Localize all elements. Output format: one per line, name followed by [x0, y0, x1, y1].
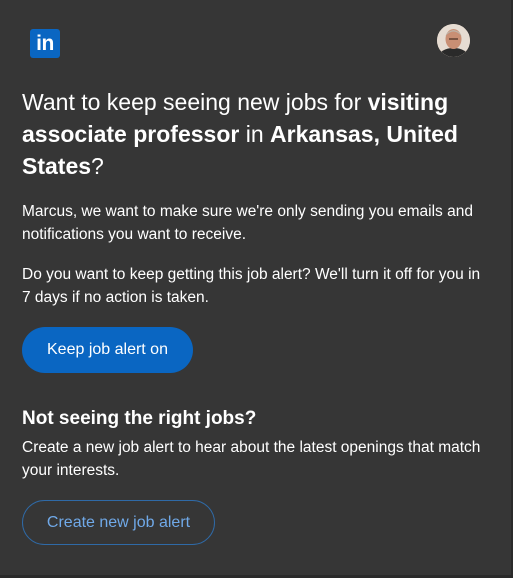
logo-text: in: [36, 32, 54, 55]
headline-part3: ?: [91, 153, 104, 179]
headline-part1: Want to keep seeing new jobs for: [22, 89, 368, 115]
headline: Want to keep seeing new jobs for visitin…: [22, 86, 492, 182]
email-card: in Want to keep seeing new jobs for visi…: [0, 0, 513, 578]
create-alert-paragraph: Create a new job alert to hear about the…: [22, 439, 481, 479]
keep-job-alert-button[interactable]: Keep job alert on: [22, 327, 193, 373]
alert-question-paragraph: Do you want to keep getting this job ale…: [22, 266, 481, 306]
user-avatar-icon[interactable]: [437, 24, 470, 57]
avatar-image: [437, 24, 470, 57]
headline-part2: in: [239, 121, 271, 147]
linkedin-logo-icon[interactable]: in: [30, 29, 60, 58]
intro-paragraph: Marcus, we want to make sure we're only …: [22, 203, 473, 243]
create-new-job-alert-button[interactable]: Create new job alert: [22, 500, 215, 545]
section-title: Not seeing the right jobs?: [22, 408, 257, 429]
